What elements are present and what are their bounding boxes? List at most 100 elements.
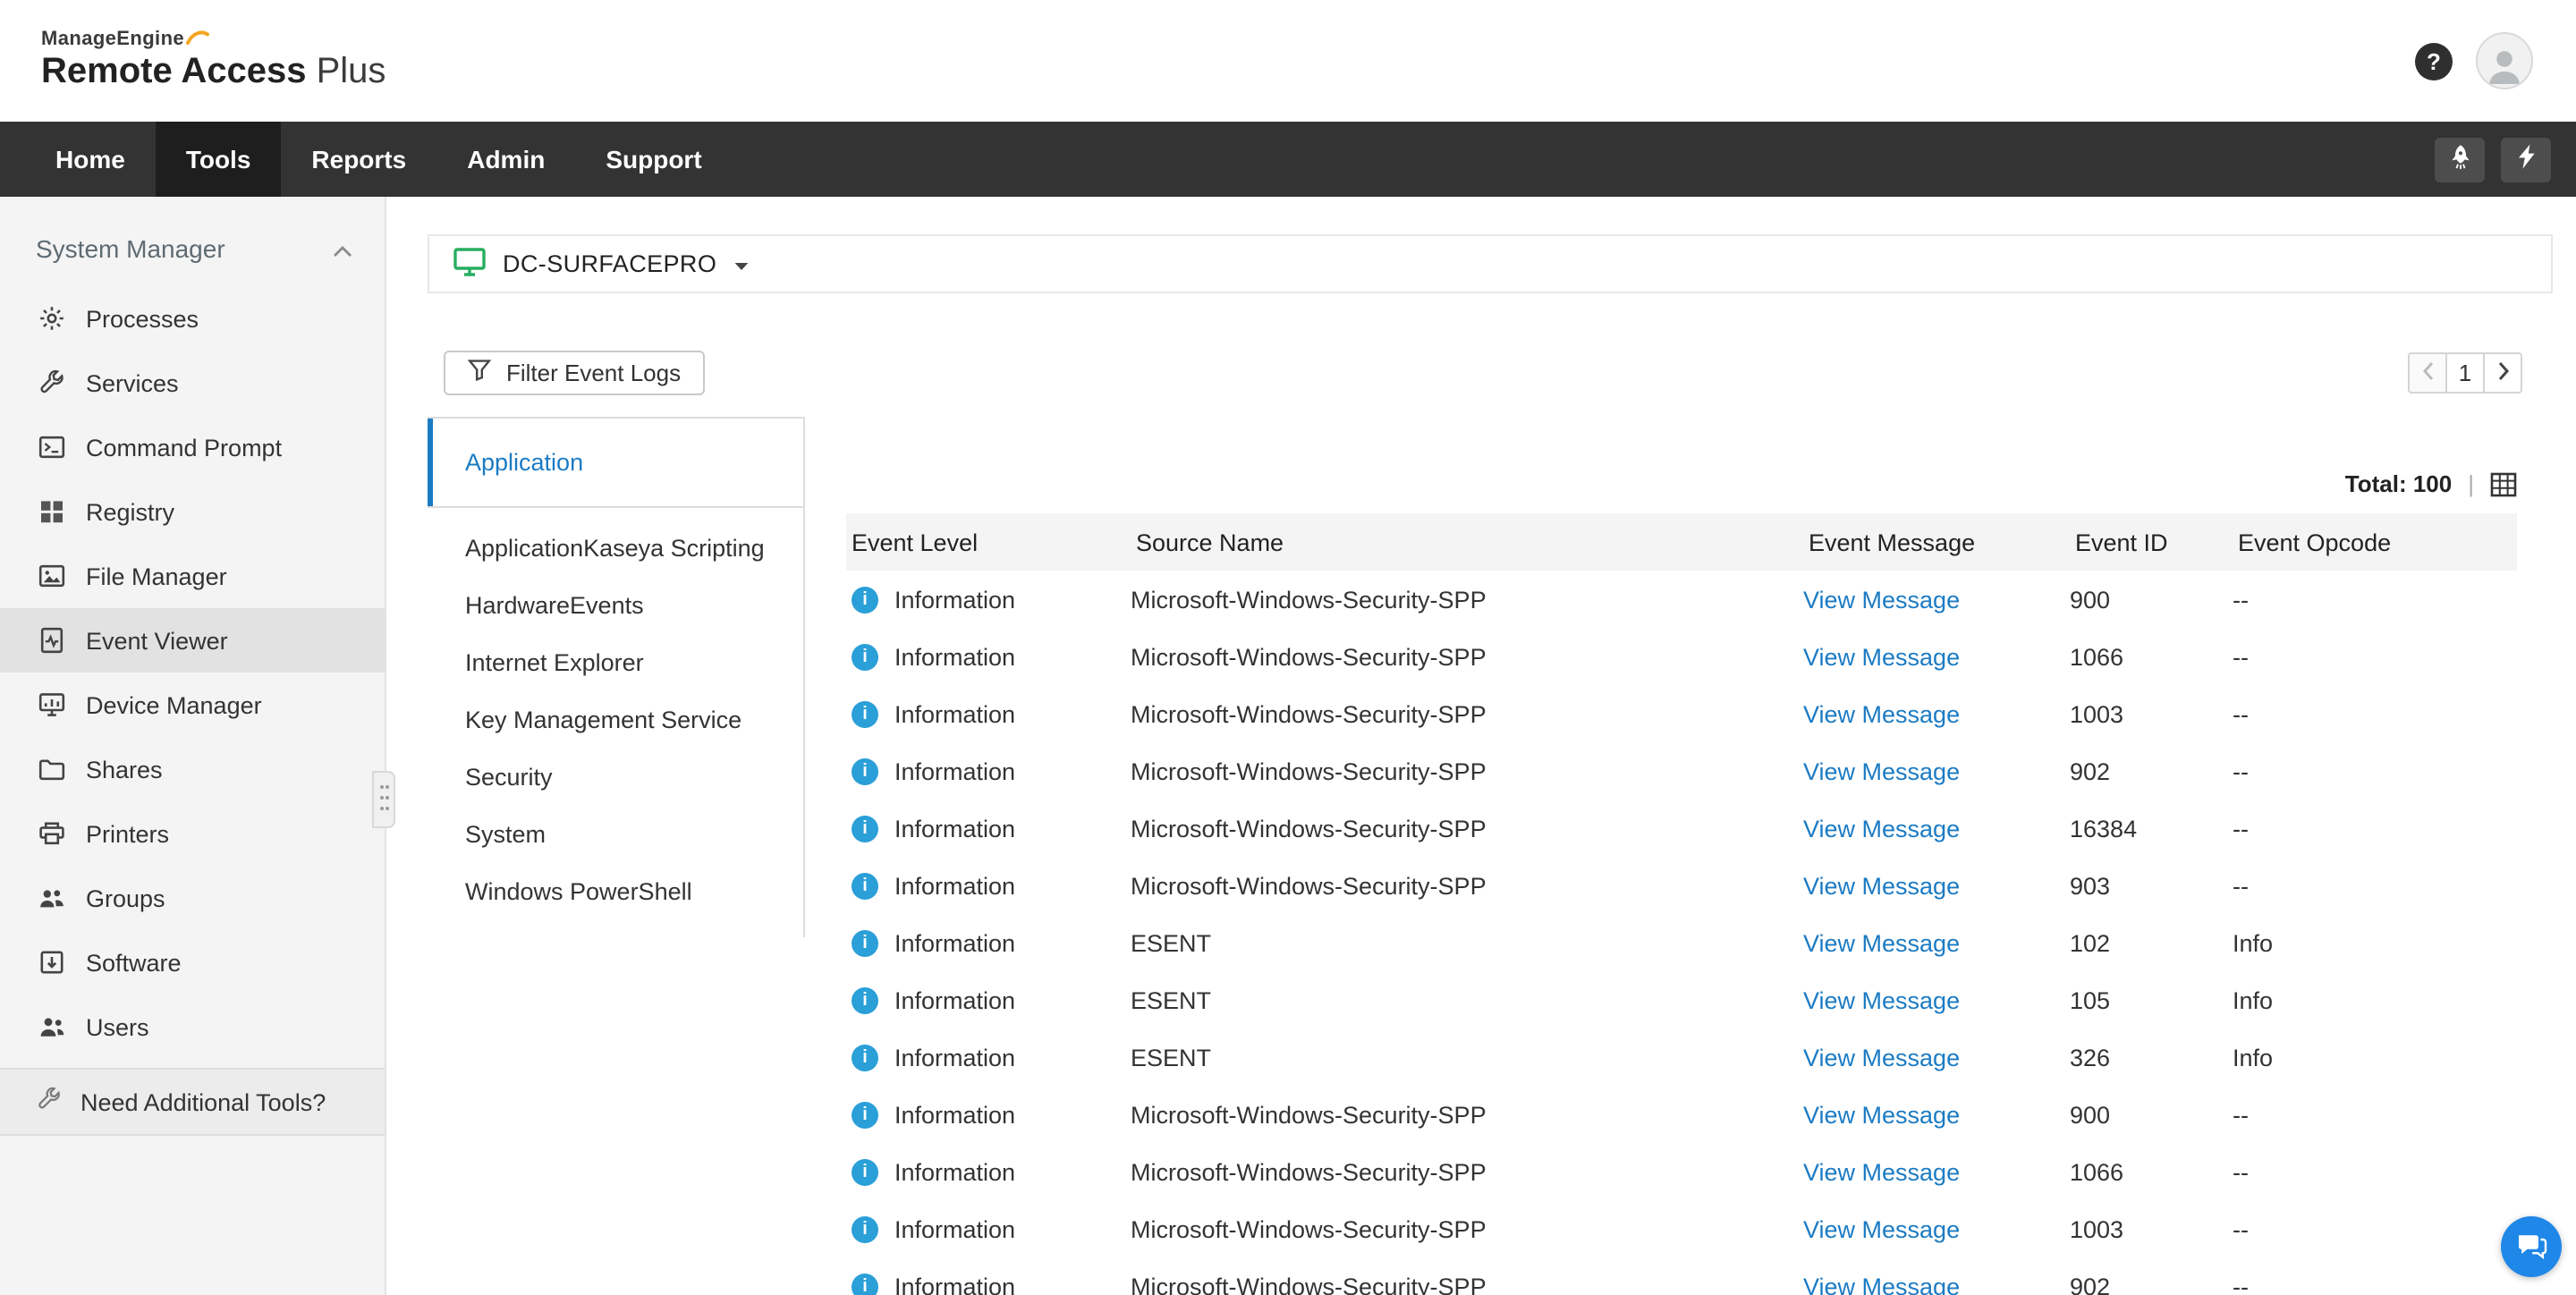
sidebar-item-device-manager[interactable]: Device Manager bbox=[0, 673, 385, 737]
information-icon: i bbox=[852, 929, 878, 956]
table-row: iInformationMicrosoft-Windows-Security-S… bbox=[846, 800, 2517, 857]
event-id-cell: 105 bbox=[2070, 986, 2233, 1013]
sidebar-item-printers[interactable]: Printers bbox=[0, 801, 385, 866]
source-name-cell: Microsoft-Windows-Security-SPP bbox=[1131, 815, 1803, 842]
view-message-link[interactable]: View Message bbox=[1803, 815, 1960, 842]
category-item-application[interactable]: Application bbox=[428, 419, 803, 508]
sidebar-section-system-manager[interactable]: System Manager bbox=[0, 197, 385, 286]
groups-icon bbox=[36, 883, 66, 913]
event-message-cell: View Message bbox=[1803, 815, 2070, 842]
category-item-internet-explorer[interactable]: Internet Explorer bbox=[428, 633, 803, 690]
event-level-cell: i Information bbox=[846, 1273, 1131, 1295]
sidebar-item-shares[interactable]: Shares bbox=[0, 737, 385, 801]
source-name-cell: Microsoft-Windows-Security-SPP bbox=[1131, 1158, 1803, 1185]
event-level-text: Information bbox=[894, 986, 1015, 1013]
nav-item-support[interactable]: Support bbox=[575, 122, 732, 197]
sidebar-section-title: System Manager bbox=[36, 234, 225, 263]
view-message-link[interactable]: View Message bbox=[1803, 1101, 1960, 1128]
sidebar-item-services[interactable]: Services bbox=[0, 351, 385, 415]
table-row: iInformationMicrosoft-Windows-Security-S… bbox=[846, 857, 2517, 914]
event-level-cell: iInformation bbox=[846, 986, 1131, 1013]
information-icon: i bbox=[852, 872, 878, 899]
event-level-text: Information bbox=[894, 758, 1015, 784]
nav-item-reports[interactable]: Reports bbox=[281, 122, 436, 197]
category-item-hardwareevents[interactable]: HardwareEvents bbox=[428, 576, 803, 633]
event-message-cell: View Message bbox=[1803, 700, 2070, 727]
event-level-cell: iInformation bbox=[846, 1044, 1131, 1071]
sidebar-item-command-prompt[interactable]: Command Prompt bbox=[0, 415, 385, 479]
view-message-link[interactable]: View Message bbox=[1803, 700, 1960, 727]
event-level-text: Information bbox=[894, 1158, 1015, 1185]
information-icon: i bbox=[852, 586, 878, 613]
pagination-prev-button[interactable] bbox=[2408, 352, 2447, 394]
view-message-link[interactable]: View Message bbox=[1803, 758, 1960, 784]
event-id-cell: 1003 bbox=[2070, 1215, 2233, 1242]
nav-item-home[interactable]: Home bbox=[25, 122, 156, 197]
user-avatar[interactable] bbox=[2476, 32, 2533, 89]
view-message-link[interactable]: View Message bbox=[1803, 929, 1960, 956]
event-level-cell: iInformation bbox=[846, 929, 1131, 956]
source-name-cell: Microsoft-Windows-Security-SPP bbox=[1131, 700, 1803, 727]
event-message-cell: View Message bbox=[1803, 929, 2070, 956]
device-selector[interactable]: DC-SURFACEPRO bbox=[428, 234, 2553, 293]
event-opcode-cell: Info bbox=[2233, 929, 2517, 956]
funnel-icon bbox=[467, 358, 492, 388]
category-item-windows-powershell[interactable]: Windows PowerShell bbox=[428, 862, 803, 919]
header-actions: ? bbox=[2415, 32, 2533, 89]
sidebar-item-label: Registry bbox=[86, 498, 174, 525]
event-id-cell: 903 bbox=[2070, 872, 2233, 899]
sidebar-item-software[interactable]: Software bbox=[0, 930, 385, 995]
information-icon: i bbox=[852, 1044, 878, 1071]
quick-tools-button[interactable] bbox=[2501, 137, 2551, 182]
information-icon: i bbox=[852, 1273, 878, 1295]
category-item-applicationkaseya-scripting[interactable]: ApplicationKaseya Scripting bbox=[428, 519, 803, 576]
event-message-cell: View Message bbox=[1803, 1215, 2070, 1242]
table-row: iInformationESENTView Message326Info bbox=[846, 1028, 2517, 1086]
sidebar-item-event-viewer[interactable]: Event Viewer bbox=[0, 608, 385, 673]
category-item-system[interactable]: System bbox=[428, 805, 803, 862]
event-level-cell: iInformation bbox=[846, 758, 1131, 784]
view-message-link[interactable]: View Message bbox=[1803, 1044, 1960, 1071]
source-name-cell: ESENT bbox=[1131, 929, 1803, 956]
table-view-icon[interactable] bbox=[2490, 472, 2517, 497]
view-message-link[interactable]: View Message bbox=[1803, 986, 1960, 1013]
view-message-link[interactable]: View Message bbox=[1803, 1158, 1960, 1185]
event-id-cell: 900 bbox=[2070, 586, 2233, 613]
information-icon: i bbox=[852, 815, 878, 842]
event-level-cell: iInformation bbox=[846, 1101, 1131, 1128]
sidebar-item-label: Shares bbox=[86, 756, 163, 783]
need-additional-tools-link[interactable]: Need Additional Tools? bbox=[0, 1068, 385, 1136]
sidebar-item-file-manager[interactable]: File Manager bbox=[0, 544, 385, 608]
body-row: System Manager ProcessesServicesCommand … bbox=[0, 197, 2576, 1295]
nav-item-admin[interactable]: Admin bbox=[436, 122, 575, 197]
sidebar-collapse-handle[interactable] bbox=[372, 771, 395, 828]
chevron-up-icon bbox=[333, 234, 352, 263]
event-id-cell: 902 bbox=[2070, 1273, 2233, 1295]
view-message-link[interactable]: View Message bbox=[1803, 643, 1960, 670]
view-message-link[interactable]: View Message bbox=[1803, 1273, 1960, 1295]
pagination-next-button[interactable] bbox=[2483, 352, 2522, 394]
pagination-current-page[interactable]: 1 bbox=[2445, 352, 2485, 394]
view-message-link[interactable]: View Message bbox=[1803, 872, 1960, 899]
table-meta: Total: 100 | bbox=[846, 417, 2517, 513]
chat-button[interactable] bbox=[2501, 1216, 2562, 1277]
event-level-text: Information bbox=[894, 1273, 1015, 1295]
view-message-link[interactable]: View Message bbox=[1803, 1215, 1960, 1242]
help-icon[interactable]: ? bbox=[2415, 42, 2453, 80]
sidebar-item-groups[interactable]: Groups bbox=[0, 866, 385, 930]
column-header-event-opcode: Event Opcode bbox=[2233, 529, 2517, 555]
nav-item-tools[interactable]: Tools bbox=[156, 122, 282, 197]
remote-session-button[interactable] bbox=[2435, 137, 2485, 182]
sidebar-item-label: File Manager bbox=[86, 563, 227, 589]
column-header-event-level: Event Level bbox=[846, 529, 1131, 555]
event-level-text: Information bbox=[894, 643, 1015, 670]
sidebar-item-users[interactable]: Users bbox=[0, 995, 385, 1059]
category-item-security[interactable]: Security bbox=[428, 748, 803, 805]
top-header: ManageEngine Remote Access Plus ? bbox=[0, 0, 2576, 122]
view-message-link[interactable]: View Message bbox=[1803, 586, 1960, 613]
sidebar-item-processes[interactable]: Processes bbox=[0, 286, 385, 351]
category-item-key-management-service[interactable]: Key Management Service bbox=[428, 690, 803, 748]
sidebar-item-registry[interactable]: Registry bbox=[0, 479, 385, 544]
source-name-cell: Microsoft-Windows-Security-SPP bbox=[1131, 758, 1803, 784]
filter-event-logs-button[interactable]: Filter Event Logs bbox=[444, 351, 704, 395]
